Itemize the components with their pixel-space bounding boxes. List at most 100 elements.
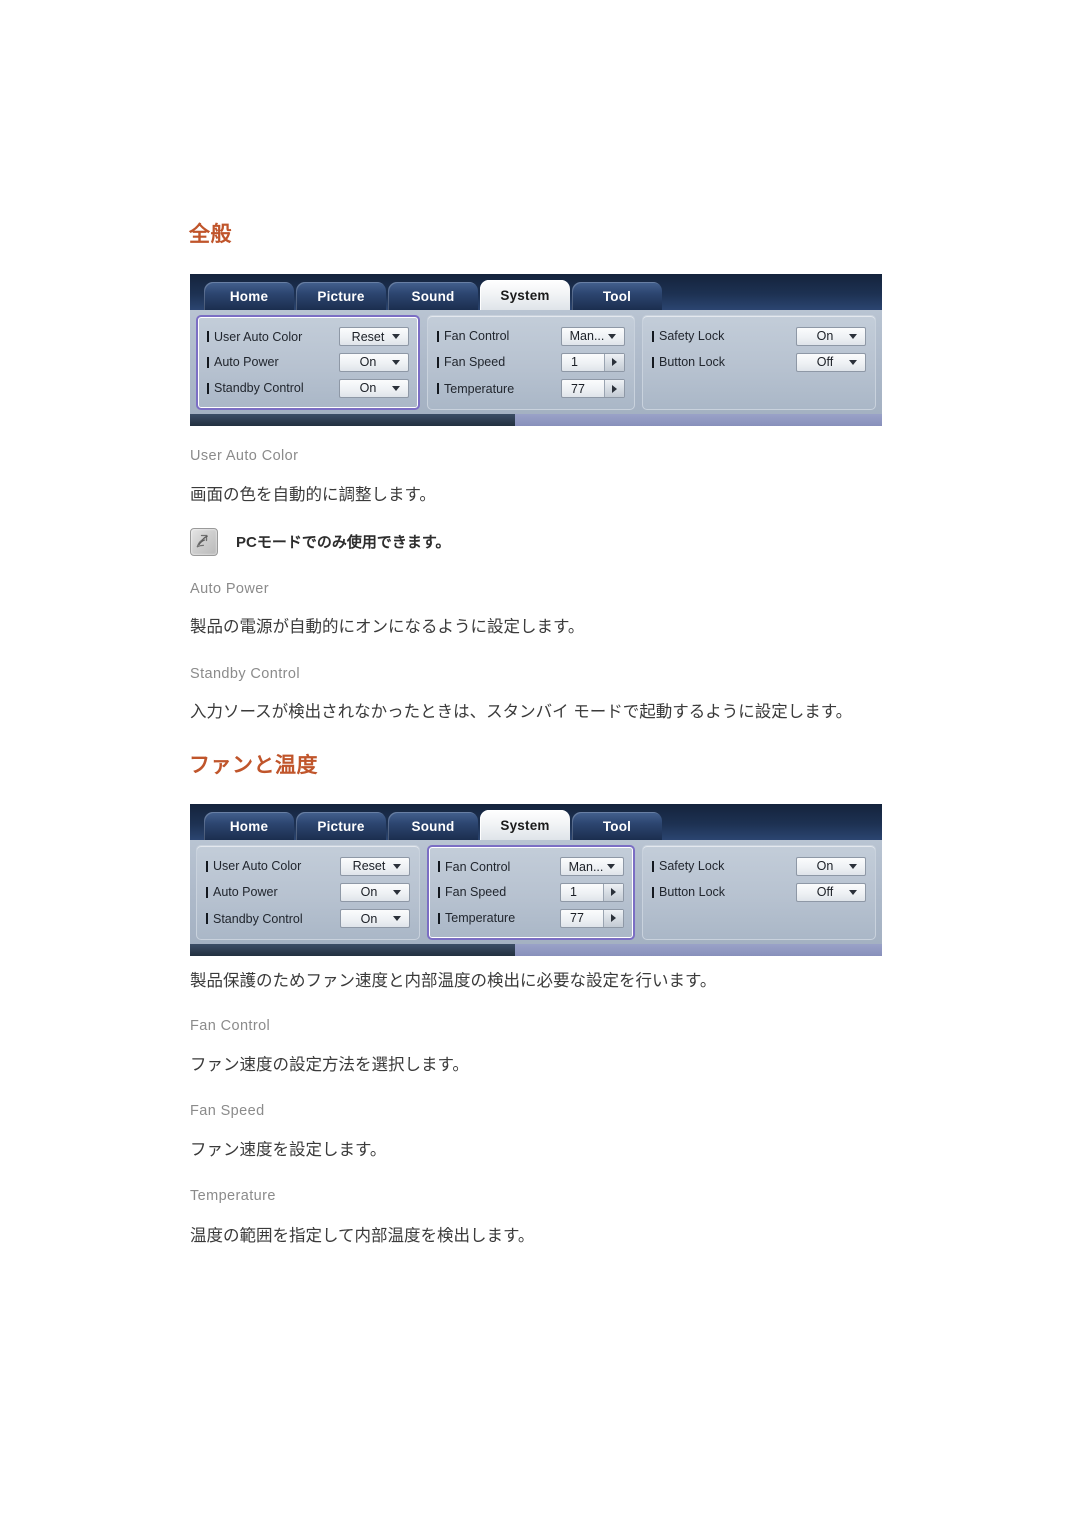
osd-footer-scrollbar[interactable] [190, 944, 882, 956]
stepper-value: 77 [571, 381, 585, 396]
stepper-temperature[interactable]: 77 [561, 379, 625, 399]
note-text: PCモードでのみ使用できます。 [236, 533, 451, 551]
osd-label: Button Lock [652, 885, 796, 899]
stepper-increase-button[interactable] [604, 380, 624, 398]
dropdown-auto-power[interactable]: On [339, 352, 409, 372]
stepper-temperature[interactable]: 77 [560, 908, 624, 928]
osd-label: Fan Control [438, 860, 560, 874]
osd-row-standby-control: Standby Control On [206, 908, 410, 930]
tab-tool[interactable]: Tool [572, 282, 662, 310]
osd-group-general: User Auto Color Reset Auto Power On Stan… [196, 845, 420, 940]
bullet-icon [206, 860, 208, 872]
item-desc-fan-speed: ファン速度を設定します。 [190, 1141, 387, 1159]
osd-label: Fan Control [437, 329, 561, 343]
osd-group-general: User Auto Color Reset Auto Power On Stan… [196, 315, 420, 410]
dropdown-fan-control[interactable]: Man... [561, 326, 625, 346]
osd-body: User Auto Color Reset Auto Power On Stan… [190, 840, 882, 944]
osd-label: Auto Power [206, 885, 340, 899]
tab-sound[interactable]: Sound [388, 282, 478, 310]
dropdown-safety-lock[interactable]: On [796, 856, 866, 876]
osd-row-fan-control: Fan Control Man... [438, 856, 624, 878]
scrollbar-thumb[interactable] [515, 944, 882, 956]
bullet-icon [652, 886, 654, 898]
stepper-fan-speed[interactable]: 1 [560, 882, 624, 902]
chevron-down-icon [849, 359, 857, 365]
dropdown-value: Off [816, 885, 834, 900]
osd-screenshot-fan-temperature: Home Picture Sound System Tool User Auto… [190, 804, 882, 956]
chevron-down-icon [392, 334, 400, 340]
stepper-increase-button[interactable] [603, 883, 623, 901]
bullet-icon [438, 886, 440, 898]
osd-group-lock: Safety Lock On Button Lock Off [642, 315, 876, 410]
dropdown-user-auto-color[interactable]: Reset [340, 856, 410, 876]
chevron-down-icon [393, 916, 401, 922]
osd-row-fan-speed: Fan Speed 1 [437, 351, 625, 373]
osd-label: Safety Lock [652, 329, 796, 343]
item-desc-temperature: 温度の範囲を指定して内部温度を検出します。 [190, 1227, 535, 1245]
item-desc-fan-control: ファン速度の設定方法を選択します。 [190, 1056, 469, 1074]
osd-row-temperature: Temperature 77 [438, 907, 624, 929]
item-title-standby-control: Standby Control [190, 666, 300, 682]
page-title-general: 全般 [189, 223, 232, 246]
chevron-down-icon [392, 385, 400, 391]
bullet-icon [207, 382, 209, 394]
chevron-down-icon [392, 359, 400, 365]
bullet-icon [438, 912, 440, 924]
tab-home[interactable]: Home [204, 812, 294, 840]
stepper-value: 77 [570, 910, 584, 925]
stepper-increase-button[interactable] [603, 909, 623, 927]
dropdown-auto-power[interactable]: On [340, 882, 410, 902]
dropdown-value: Man... [568, 859, 604, 874]
osd-row-user-auto-color: User Auto Color Reset [207, 326, 409, 348]
dropdown-user-auto-color[interactable]: Reset [339, 327, 409, 347]
dropdown-button-lock[interactable]: Off [796, 882, 866, 902]
osd-row-temperature: Temperature 77 [437, 378, 625, 400]
tab-system[interactable]: System [480, 810, 570, 840]
tab-tool[interactable]: Tool [572, 812, 662, 840]
bullet-icon [652, 330, 654, 342]
dropdown-standby-control[interactable]: On [339, 378, 409, 398]
dropdown-safety-lock[interactable]: On [796, 326, 866, 346]
dropdown-button-lock[interactable]: Off [796, 352, 866, 372]
bullet-icon [207, 356, 209, 368]
osd-label: Safety Lock [652, 859, 796, 873]
dropdown-value: Off [816, 355, 834, 370]
stepper-fan-speed[interactable]: 1 [561, 352, 625, 372]
osd-screenshot-general: Home Picture Sound System Tool User Auto… [190, 274, 882, 426]
scrollbar-thumb[interactable] [515, 414, 882, 426]
chevron-down-icon [849, 889, 857, 895]
osd-label: User Auto Color [207, 330, 339, 344]
osd-row-button-lock: Button Lock Off [652, 351, 866, 373]
item-desc-user-auto-color: 画面の色を自動的に調整します。 [190, 486, 436, 504]
dropdown-value: On [360, 885, 378, 900]
tab-sound[interactable]: Sound [388, 812, 478, 840]
osd-footer-scrollbar[interactable] [190, 414, 882, 426]
stepper-value: 1 [571, 355, 578, 370]
dropdown-standby-control[interactable]: On [340, 909, 410, 929]
chevron-down-icon [849, 863, 857, 869]
tab-picture[interactable]: Picture [296, 282, 386, 310]
document-page: 全般 Home Picture Sound System Tool User A… [0, 0, 1080, 1527]
osd-label: Button Lock [652, 355, 796, 369]
osd-group-fan: Fan Control Man... Fan Speed 1 Temperatu… [427, 315, 635, 410]
bullet-icon [437, 356, 439, 368]
osd-row-empty [652, 908, 866, 930]
osd-row-fan-speed: Fan Speed 1 [438, 881, 624, 903]
stepper-value: 1 [570, 885, 577, 900]
osd-row-button-lock: Button Lock Off [652, 881, 866, 903]
item-title-auto-power: Auto Power [190, 581, 269, 597]
tab-home[interactable]: Home [204, 282, 294, 310]
page-title-fan-temperature: ファンと温度 [189, 754, 318, 777]
dropdown-value: On [816, 858, 834, 873]
stepper-increase-button[interactable] [604, 353, 624, 371]
osd-tabbar: Home Picture Sound System Tool [190, 274, 882, 310]
osd-row-safety-lock: Safety Lock On [652, 855, 866, 877]
dropdown-value: On [360, 911, 378, 926]
osd-label: Fan Speed [438, 885, 560, 899]
dropdown-fan-control[interactable]: Man... [560, 857, 624, 877]
osd-tabbar: Home Picture Sound System Tool [190, 804, 882, 840]
tab-picture[interactable]: Picture [296, 812, 386, 840]
chevron-down-icon [393, 889, 401, 895]
osd-row-empty [652, 378, 866, 400]
tab-system[interactable]: System [480, 280, 570, 310]
